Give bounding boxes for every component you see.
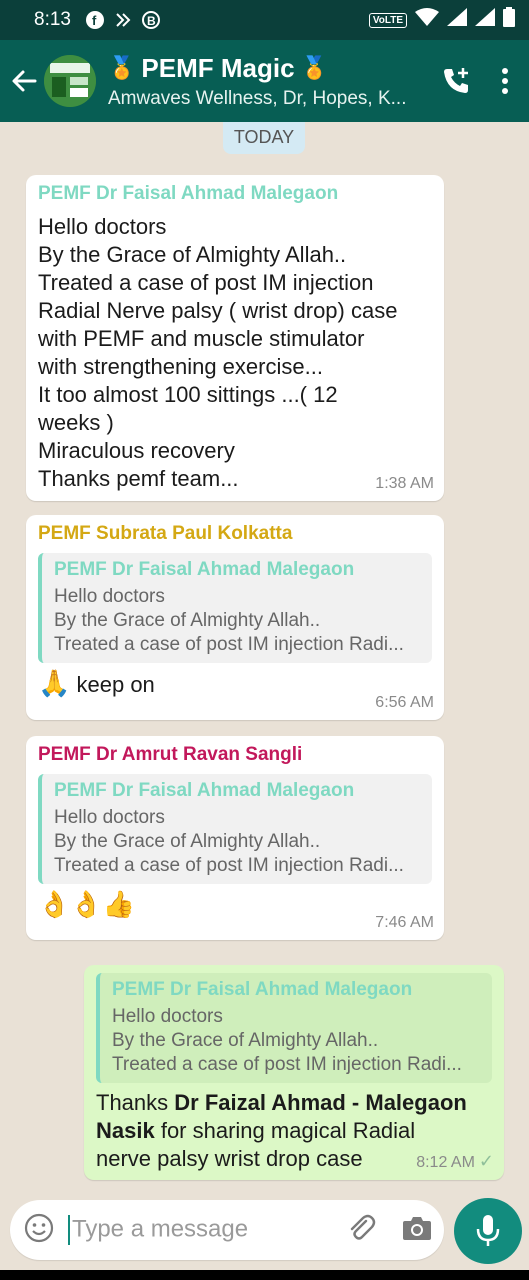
message-fragment: nerve palsy wrist drop case: [96, 1146, 363, 1171]
wifi-icon: [415, 8, 439, 32]
chat-header: 🏅 PEMF Magic 🏅 Amwaves Wellness, Dr, Hop…: [0, 40, 529, 122]
message-line: with strengthening exercise...: [38, 354, 323, 379]
message-composer: Type a message: [10, 1200, 444, 1260]
message-text: Hello doctors By the Grace of Almighty A…: [38, 213, 432, 493]
message-list[interactable]: TODAY PEMF Dr Faisal Ahmad Malegaon Hell…: [0, 122, 529, 1280]
volte-badge: VoLTE: [368, 12, 407, 28]
message-text: 👌👌👍: [38, 890, 432, 920]
quoted-line: Hello doctors: [54, 586, 165, 607]
quoted-line: By the Grace of Almighty Allah..: [112, 1030, 379, 1051]
app-notification-icon: [113, 10, 133, 30]
signal-x-icon: [475, 8, 495, 32]
facebook-icon: f: [85, 10, 105, 30]
message-line: By the Grace of Almighty Allah..: [38, 242, 347, 267]
quoted-line: Hello doctors: [112, 1006, 223, 1027]
quoted-line: By the Grace of Almighty Allah..: [54, 831, 321, 852]
chat-title-block[interactable]: 🏅 PEMF Magic 🏅 Amwaves Wellness, Dr, Hop…: [108, 53, 431, 110]
message-input[interactable]: Type a message: [68, 1215, 346, 1245]
medal-icon: 🏅: [108, 55, 136, 80]
message-time: 7:46 AM: [375, 914, 434, 931]
message-bubble[interactable]: PEMF Dr Faisal Ahmad Malegaon Hello doct…: [26, 175, 444, 501]
quoted-message[interactable]: PEMF Dr Faisal Ahmad Malegaon Hello doct…: [38, 553, 432, 663]
quoted-line: Treated a case of post IM injection Radi…: [54, 855, 404, 876]
status-time: 8:13: [34, 9, 71, 30]
message-time: 6:56 AM: [375, 694, 434, 711]
message-line: Miraculous recovery: [38, 438, 235, 463]
smiley-icon: [24, 1213, 54, 1242]
message-line: Thanks pemf team...: [38, 466, 239, 491]
folded-hands-emoji: 🙏: [38, 668, 71, 698]
phone-plus-icon: [444, 68, 468, 93]
microphone-icon: [476, 1215, 500, 1246]
message-placeholder: Type a message: [72, 1215, 249, 1243]
message-line: Treated a case of post IM injection: [38, 270, 374, 295]
group-participants: Amwaves Wellness, Dr, Hopes, K...: [108, 87, 407, 109]
message-line: weeks ): [38, 410, 114, 435]
message-line: Hello doctors: [38, 214, 167, 239]
b-app-icon: B: [141, 10, 161, 30]
voice-record-button[interactable]: [454, 1198, 522, 1264]
message-line: It too almost 100 sittings ...( 12: [38, 382, 338, 407]
message-text: 🙏 keep on: [38, 669, 432, 699]
camera-icon: [403, 1216, 431, 1240]
chat-title: 🏅 PEMF Magic 🏅: [108, 53, 431, 84]
sender-name: PEMF Subrata Paul Kolkatta: [38, 523, 293, 544]
quoted-sender: PEMF Dr Faisal Ahmad Malegaon: [54, 559, 355, 580]
message-fragment: for sharing magical Radial: [154, 1118, 416, 1143]
add-call-button[interactable]: [431, 40, 481, 122]
message-time: 8:12 AM: [416, 1154, 475, 1171]
message-bubble[interactable]: PEMF Subrata Paul Kolkatta PEMF Dr Faisa…: [26, 515, 444, 720]
message-time-status: 8:12 AM ✓: [416, 1151, 494, 1172]
message-line: Radial Nerve palsy ( wrist drop) case: [38, 298, 398, 323]
more-vertical-icon: [502, 68, 508, 94]
outgoing-message-bubble[interactable]: PEMF Dr Faisal Ahmad Malegaon Hello doct…: [84, 965, 504, 1180]
paperclip-icon: [350, 1214, 376, 1240]
mention-text: Nasik: [96, 1118, 155, 1143]
quoted-line: Treated a case of post IM injection Radi…: [54, 634, 404, 655]
back-button[interactable]: [4, 40, 44, 122]
svg-text:B: B: [147, 14, 156, 28]
message-line: keep on: [76, 672, 155, 697]
sent-check-icon: ✓: [478, 1151, 494, 1171]
date-chip: TODAY: [223, 122, 305, 154]
battery-icon: [503, 7, 515, 33]
attach-button[interactable]: [346, 1213, 376, 1248]
quoted-sender: PEMF Dr Faisal Ahmad Malegaon: [54, 780, 355, 801]
text-cursor: [68, 1215, 70, 1245]
status-bar: 8:13 f B VoLTE: [0, 0, 529, 40]
svg-text:f: f: [92, 13, 97, 28]
overflow-menu-button[interactable]: [481, 40, 529, 122]
message-time: 1:38 AM: [375, 475, 434, 492]
group-name: PEMF Magic: [141, 52, 295, 83]
quoted-message[interactable]: PEMF Dr Faisal Ahmad Malegaon Hello doct…: [96, 973, 492, 1083]
arrow-left-icon: [12, 70, 37, 92]
ok-thumbs-emoji: 👌👌👍: [38, 889, 136, 919]
message-line: with PEMF and muscle stimulator: [38, 326, 365, 351]
quoted-sender: PEMF Dr Faisal Ahmad Malegaon: [112, 979, 413, 1000]
signal-icon: [447, 8, 467, 32]
quoted-line: By the Grace of Almighty Allah..: [54, 610, 321, 631]
group-avatar[interactable]: [44, 55, 96, 107]
sender-name: PEMF Dr Amrut Ravan Sangli: [38, 744, 303, 765]
message-fragment: Thanks: [96, 1090, 175, 1115]
sender-name: PEMF Dr Faisal Ahmad Malegaon: [38, 183, 339, 204]
mention-text: Dr Faizal Ahmad - Malegaon: [174, 1090, 467, 1115]
quoted-line: Treated a case of post IM injection Radi…: [112, 1054, 462, 1075]
message-bubble[interactable]: PEMF Dr Amrut Ravan Sangli PEMF Dr Faisa…: [26, 736, 444, 940]
system-nav-bar: [0, 1270, 529, 1280]
medal-icon: 🏅: [300, 55, 328, 80]
camera-button[interactable]: [402, 1215, 432, 1246]
emoji-button[interactable]: [24, 1213, 54, 1248]
quoted-message[interactable]: PEMF Dr Faisal Ahmad Malegaon Hello doct…: [38, 774, 432, 884]
quoted-line: Hello doctors: [54, 807, 165, 828]
